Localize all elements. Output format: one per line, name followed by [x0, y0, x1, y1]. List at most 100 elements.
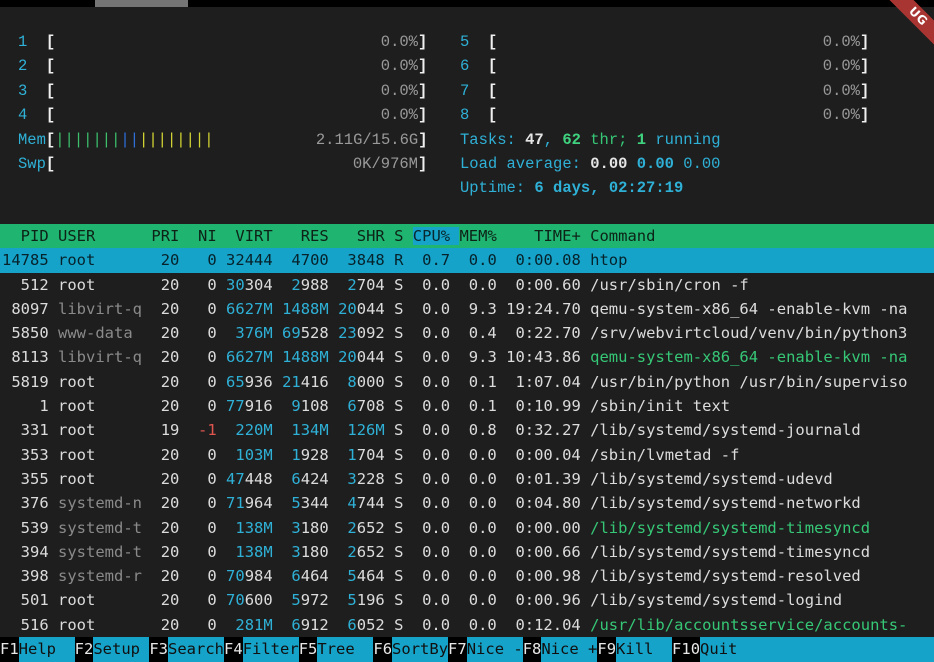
process-row-353[interactable]: 353 root 20 0 103M 1928 1704 S 0.0 0.0 0…: [0, 443, 934, 467]
cell-command: /lib/systemd/systemd-journald: [590, 421, 861, 439]
cell-state: S: [394, 494, 403, 512]
cell-state: S: [394, 421, 403, 439]
process-row-398[interactable]: 398 systemd-r 20 0 70984 6464 5464 S 0.0…: [0, 564, 934, 588]
cell-pid: 539: [2, 519, 49, 537]
cell-res: 3: [291, 519, 300, 537]
cell-res: 1: [291, 446, 300, 464]
cell-pri: 20: [151, 519, 179, 537]
cpu-meter-value: 0.0%: [381, 82, 418, 100]
fkey-f8[interactable]: F8Nice +: [523, 637, 598, 662]
cell-state: S: [394, 276, 403, 294]
cell-ni: 0: [189, 519, 217, 537]
fkey-label: F8: [523, 637, 542, 662]
fkey-action: Tree: [317, 637, 373, 662]
cell-command: /usr/lib/accountsservice/accounts-: [590, 616, 907, 634]
fkey-f6[interactable]: F6SortBy: [373, 637, 448, 662]
process-row-539[interactable]: 539 systemd-t 20 0 138M 3180 2652 S 0.0 …: [0, 516, 934, 540]
cell-virt: 6627M: [226, 300, 273, 318]
cell-shr: 1: [347, 446, 356, 464]
cell-mem: 0.0: [459, 543, 496, 561]
table-header-row[interactable]: PID USER PRI NI VIRT RES SHR S CPU% MEM%…: [0, 224, 934, 248]
col-shr: SHR: [338, 227, 385, 245]
swp-meter-value: 0K/976M: [353, 155, 418, 173]
cell-cpu: 0.0: [413, 421, 450, 439]
cell-pid: 394: [2, 543, 49, 561]
fkey-f5[interactable]: F5Tree: [299, 637, 374, 662]
process-row-376[interactable]: 376 systemd-n 20 0 71964 5344 4744 S 0.0…: [0, 491, 934, 515]
col-time: TIME+: [506, 227, 581, 245]
process-row-1[interactable]: 1 root 20 0 77916 9108 6708 S 0.0 0.1 0:…: [0, 394, 934, 418]
col-virt: VIRT: [226, 227, 273, 245]
cell-time: 0:01.39: [506, 470, 581, 488]
cell-user: root: [58, 591, 142, 609]
cell-ni: 0: [189, 397, 217, 415]
cell-time: 0:32.27: [506, 421, 581, 439]
process-row-8113[interactable]: 8113 libvirt-q 20 0 6627M 1488M 20044 S …: [0, 345, 934, 369]
process-row-5850[interactable]: 5850 www-data 20 0 376M 69528 23092 S 0.…: [0, 321, 934, 345]
col-ni: NI: [189, 227, 217, 245]
cell-time: 0:12.04: [506, 616, 581, 634]
cell-pri: 20: [151, 373, 179, 391]
process-row-331[interactable]: 331 root 19 -1 220M 134M 126M S 0.0 0.8 …: [0, 418, 934, 442]
cell-shr: 23: [338, 324, 357, 342]
fkey-f9[interactable]: F9Kill: [597, 637, 672, 662]
process-row-516[interactable]: 516 root 20 0 281M 6912 6052 S 0.0 0.0 0…: [0, 613, 934, 637]
process-row-394[interactable]: 394 systemd-t 20 0 138M 3180 2652 S 0.0 …: [0, 540, 934, 564]
process-row-512[interactable]: 512 root 20 0 30304 2988 2704 S 0.0 0.0 …: [0, 273, 934, 297]
fkey-action: Setup: [93, 637, 149, 662]
fkey-f3[interactable]: F3Search: [149, 637, 224, 662]
cell-command: /lib/systemd/systemd-timesyncd: [590, 543, 870, 561]
fkey-f1[interactable]: F1Help: [0, 637, 75, 662]
cell-time: 19:24.70: [506, 300, 581, 318]
mem-meter-label: Mem: [18, 131, 46, 149]
cell-pid: 398: [2, 567, 49, 585]
fkey-label: F3: [149, 637, 168, 662]
mem-meter-value: 2.11G/15.6G: [316, 131, 418, 149]
fkey-f10[interactable]: F10Quit: [672, 637, 756, 662]
cell-virt: 70: [226, 591, 245, 609]
cell-command: /lib/systemd/systemd-timesyncd: [590, 519, 870, 537]
cell-command: /srv/webvirtcloud/venv/bin/python3: [590, 324, 907, 342]
cell-ni: 0: [189, 543, 217, 561]
cell-user: root: [58, 373, 142, 391]
cell-shr: 2: [347, 519, 356, 537]
cell-state: S: [394, 348, 403, 366]
fkey-f7[interactable]: F7Nice -: [448, 637, 523, 662]
cell-ni: 0: [189, 494, 217, 512]
cpu-meter-value: 0.0%: [823, 82, 860, 100]
cell-user: root: [58, 616, 142, 634]
cell-mem: 0.0: [459, 567, 496, 585]
cell-mem: 0.0: [459, 494, 496, 512]
cpu-meter-label: 5: [460, 33, 488, 51]
col-mem: MEM%: [459, 227, 496, 245]
cell-cpu: 0.0: [413, 397, 450, 415]
process-row-8097[interactable]: 8097 libvirt-q 20 0 6627M 1488M 20044 S …: [0, 297, 934, 321]
cell-ni: 0: [189, 470, 217, 488]
cell-cpu: 0.0: [413, 348, 450, 366]
fkey-f2[interactable]: F2Setup: [75, 637, 150, 662]
process-row-501[interactable]: 501 root 20 0 70600 5972 5196 S 0.0 0.0 …: [0, 588, 934, 612]
cpu-mem-meters-left: 1 [ 0.0%] 2 [ 0.0%] 3 [ 0.0%] 4 [ 0.0%] …: [18, 30, 428, 176]
cell-res: 4: [291, 251, 300, 269]
cell-res: 6: [291, 567, 300, 585]
cell-time: 10:43.86: [506, 348, 581, 366]
cpu-meter-value: 0.0%: [381, 57, 418, 75]
fkey-f4[interactable]: F4Filter: [224, 637, 299, 662]
cell-res: 6: [291, 470, 300, 488]
cell-time: 0:22.70: [506, 324, 581, 342]
cell-mem: 0.0: [459, 519, 496, 537]
process-row-14785[interactable]: 14785 root 20 0 32444 4700 3848 R 0.7 0.…: [0, 248, 934, 272]
process-row-5819[interactable]: 5819 root 20 0 65936 21416 8000 S 0.0 0.…: [0, 370, 934, 394]
debug-ribbon: UG: [882, 0, 934, 52]
cell-res: 134M: [291, 421, 328, 439]
cell-res: 69: [282, 324, 301, 342]
cpu-meter-label: 1: [18, 33, 46, 51]
fkey-bar-filler: [756, 637, 934, 662]
cpu-meter-label: 8: [460, 106, 488, 124]
process-row-355[interactable]: 355 root 20 0 47448 6424 3228 S 0.0 0.0 …: [0, 467, 934, 491]
window-top-tab[interactable]: [95, 0, 188, 7]
cell-pid: 5819: [2, 373, 49, 391]
cell-time: 0:00.04: [506, 446, 581, 464]
cell-command: /lib/systemd/systemd-networkd: [590, 494, 861, 512]
cell-mem: 0.0: [459, 251, 496, 269]
